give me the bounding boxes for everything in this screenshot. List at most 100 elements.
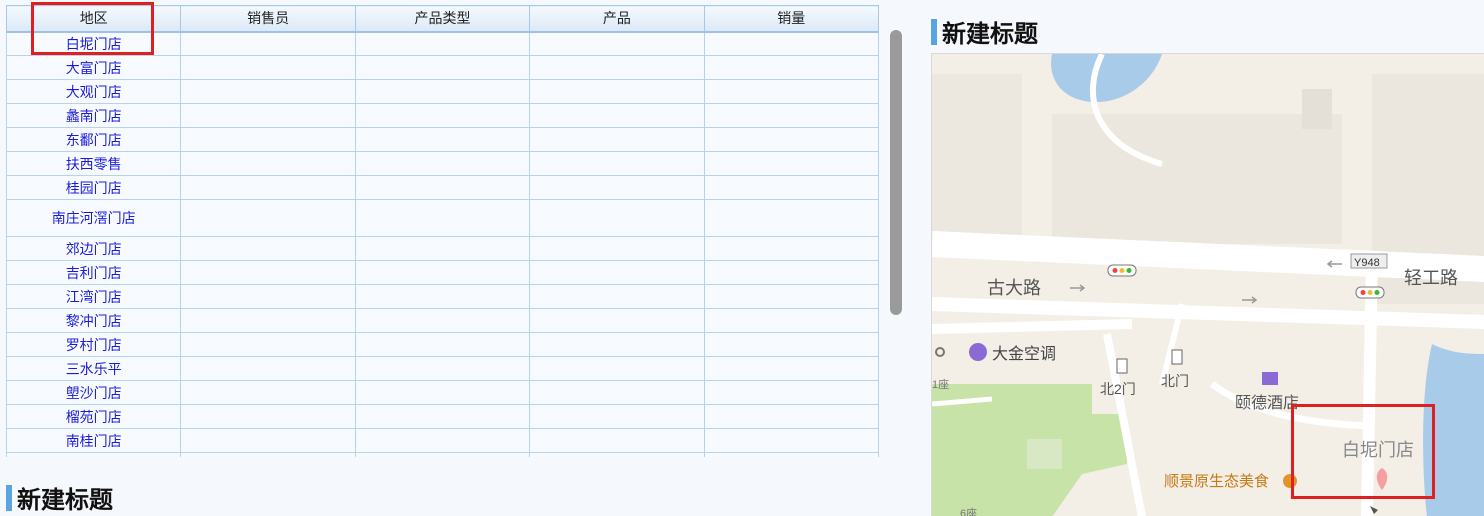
empty-cell <box>354 284 531 309</box>
region-cell[interactable]: 三水乐平 <box>6 356 182 381</box>
empty-cell <box>703 55 879 80</box>
empty-cell <box>354 236 531 261</box>
region-cell[interactable]: 大观门店 <box>6 79 182 104</box>
empty-cell <box>529 404 705 429</box>
region-cell[interactable]: 郊边门店 <box>6 236 182 261</box>
empty-cell <box>703 356 879 381</box>
empty-cell <box>703 236 879 261</box>
region-cell[interactable]: 黎冲门店 <box>6 308 182 333</box>
column-header-salesperson[interactable]: 销售员 <box>180 5 356 33</box>
table-row[interactable]: 郊边门店 <box>6 236 879 261</box>
region-cell[interactable]: 鄱阳门店 <box>6 452 182 457</box>
table-row[interactable]: 吉利门店 <box>6 260 879 285</box>
empty-cell <box>529 175 705 200</box>
empty-cell <box>180 260 356 285</box>
empty-cell <box>529 199 705 237</box>
empty-cell <box>529 332 705 357</box>
map-road <box>932 297 1484 329</box>
map-title: 新建标题 <box>942 20 1038 48</box>
region-cell[interactable]: 南庄河滘门店 <box>6 199 182 237</box>
empty-cell <box>180 236 356 261</box>
column-header-product-type[interactable]: 产品类型 <box>354 5 531 33</box>
empty-cell <box>354 380 531 405</box>
empty-cell <box>703 175 879 200</box>
table-row[interactable]: 东鄱门店 <box>6 127 879 152</box>
empty-cell <box>703 31 879 56</box>
table-row[interactable]: 三水乐平 <box>6 356 879 381</box>
region-cell[interactable]: 东鄱门店 <box>6 127 182 152</box>
empty-cell <box>703 103 879 128</box>
map-label-road-gu: 古大路 <box>987 278 1041 298</box>
column-header-product[interactable]: 产品 <box>529 5 705 33</box>
empty-cell <box>180 31 356 56</box>
empty-cell <box>529 151 705 176</box>
map-building <box>1302 89 1332 129</box>
region-cell[interactable]: 扶西零售 <box>6 151 182 176</box>
empty-cell <box>180 79 356 104</box>
empty-cell <box>180 103 356 128</box>
table-row[interactable]: 大富门店 <box>6 55 879 80</box>
empty-cell <box>180 356 356 381</box>
empty-cell <box>529 103 705 128</box>
empty-cell <box>354 55 531 80</box>
gate-icon <box>1171 349 1183 365</box>
empty-cell <box>529 452 705 457</box>
empty-cell <box>703 199 879 237</box>
empty-cell <box>354 151 531 176</box>
map-label-hotel: 颐德酒店 <box>1235 394 1299 412</box>
region-cell[interactable]: 南桂门店 <box>6 428 182 453</box>
empty-cell <box>529 236 705 261</box>
region-cell[interactable]: 桂园门店 <box>6 175 182 200</box>
empty-cell <box>180 151 356 176</box>
empty-cell <box>354 452 531 457</box>
region-cell[interactable]: 蠡南门店 <box>6 103 182 128</box>
table-row[interactable]: 扶西零售 <box>6 151 879 176</box>
table-row[interactable]: 大观门店 <box>6 79 879 104</box>
region-cell[interactable]: 江湾门店 <box>6 284 182 309</box>
empty-cell <box>180 308 356 333</box>
map-label-bld6: 6座 <box>960 506 977 516</box>
empty-cell <box>180 404 356 429</box>
empty-cell <box>354 79 531 104</box>
sales-table: 地区 销售员 产品类型 产品 销量 白坭门店 大富门店 大观门店 蠡南门店 东鄱门店 扶西… <box>6 5 879 457</box>
empty-cell <box>529 260 705 285</box>
table-row[interactable]: 塱沙门店 <box>6 380 879 405</box>
empty-cell <box>354 428 531 453</box>
table-row[interactable]: 罗村门店 <box>6 332 879 357</box>
title-accent-bar <box>6 484 12 511</box>
table-row[interactable]: 榴苑门店 <box>6 404 879 429</box>
table-row[interactable]: 南庄河滘门店 <box>6 199 879 237</box>
empty-cell <box>703 452 879 457</box>
table-row[interactable]: 蠡南门店 <box>6 103 879 128</box>
hotel-icon <box>1262 372 1278 385</box>
empty-cell <box>529 428 705 453</box>
region-cell[interactable]: 榴苑门店 <box>6 404 182 429</box>
table-row[interactable]: 桂园门店 <box>6 175 879 200</box>
table-scrollbar[interactable] <box>890 30 902 315</box>
empty-cell <box>354 31 531 56</box>
empty-cell <box>180 199 356 237</box>
empty-cell <box>180 332 356 357</box>
empty-cell <box>529 31 705 56</box>
empty-cell <box>180 284 356 309</box>
table-row[interactable]: 南桂门店 <box>6 428 879 453</box>
empty-cell <box>354 260 531 285</box>
page: 地区 销售员 产品类型 产品 销量 白坭门店 大富门店 大观门店 蠡南门店 东鄱门店 扶西… <box>0 0 1484 516</box>
region-cell[interactable]: 大富门店 <box>6 55 182 80</box>
map-label-road-code: Y948 <box>1354 257 1380 269</box>
map-label-gate-bei: 北门 <box>1161 373 1189 389</box>
table-row[interactable]: 黎冲门店 <box>6 308 879 333</box>
empty-cell <box>529 308 705 333</box>
empty-cell <box>703 260 879 285</box>
table-row[interactable]: 鄱阳门店 <box>6 452 879 457</box>
map-label-road-qing: 轻工路 <box>1404 268 1458 288</box>
column-header-sales[interactable]: 销量 <box>703 5 879 33</box>
region-cell[interactable]: 塱沙门店 <box>6 380 182 405</box>
region-cell[interactable]: 罗村门店 <box>6 332 182 357</box>
region-cell[interactable]: 吉利门店 <box>6 260 182 285</box>
table-row[interactable]: 江湾门店 <box>6 284 879 309</box>
empty-cell <box>354 103 531 128</box>
empty-cell <box>180 452 356 457</box>
gate-icon <box>1116 358 1128 374</box>
empty-cell <box>354 127 531 152</box>
